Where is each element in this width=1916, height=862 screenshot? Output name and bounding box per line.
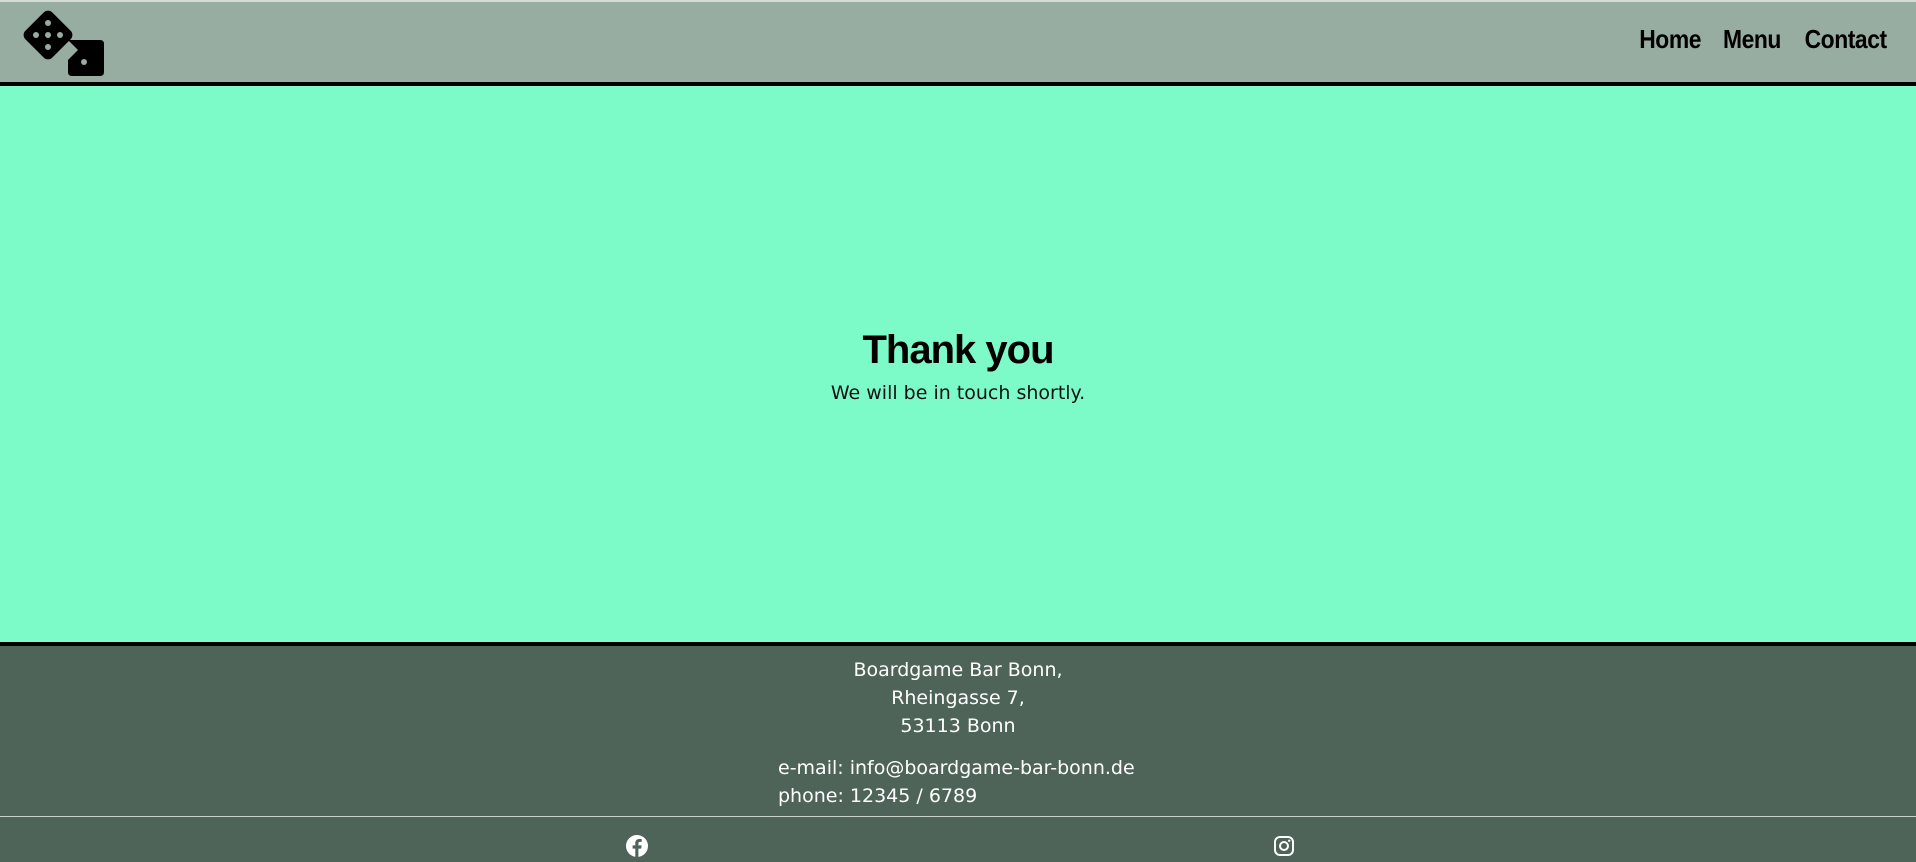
instagram-icon [1274, 836, 1294, 856]
nav-contact-link[interactable]: Contact [1804, 24, 1887, 55]
contact-email: e-mail: info@boardgame-bar-bonn.de [778, 757, 1135, 779]
dice-icon [23, 10, 104, 76]
main-nav: Home Menu Contact [1635, 24, 1892, 55]
site-header: Home Menu Contact [0, 0, 1916, 86]
thank-you-message: We will be in touch shortly. [830, 382, 1086, 404]
nav-home-link[interactable]: Home [1639, 24, 1701, 55]
nav-menu-link[interactable]: Menu [1723, 24, 1781, 55]
address-line-name: Boardgame Bar Bonn, [853, 659, 1063, 681]
logo-link[interactable] [20, 10, 106, 80]
address-line-street: Rheingasse 7, [891, 687, 1025, 709]
address-block: Boardgame Bar Bonn, Rheingasse 7, 53113 … [0, 656, 1916, 740]
address-line-city: 53113 Bonn [900, 715, 1016, 737]
thank-you-section: Thank you We will be in touch shortly. [0, 86, 1916, 642]
thank-you-heading: Thank you [862, 328, 1054, 372]
page: Home Menu Contact Thank you We will be i… [0, 0, 1916, 862]
contact-block: e-mail: info@boardgame-bar-bonn.de phone… [778, 754, 1135, 810]
footer-divider [0, 816, 1916, 817]
site-footer: Boardgame Bar Bonn, Rheingasse 7, 53113 … [0, 642, 1916, 862]
facebook-icon [626, 835, 648, 857]
facebook-link[interactable] [625, 834, 649, 858]
contact-phone: phone: 12345 / 6789 [778, 785, 978, 807]
instagram-link[interactable] [1272, 834, 1296, 858]
